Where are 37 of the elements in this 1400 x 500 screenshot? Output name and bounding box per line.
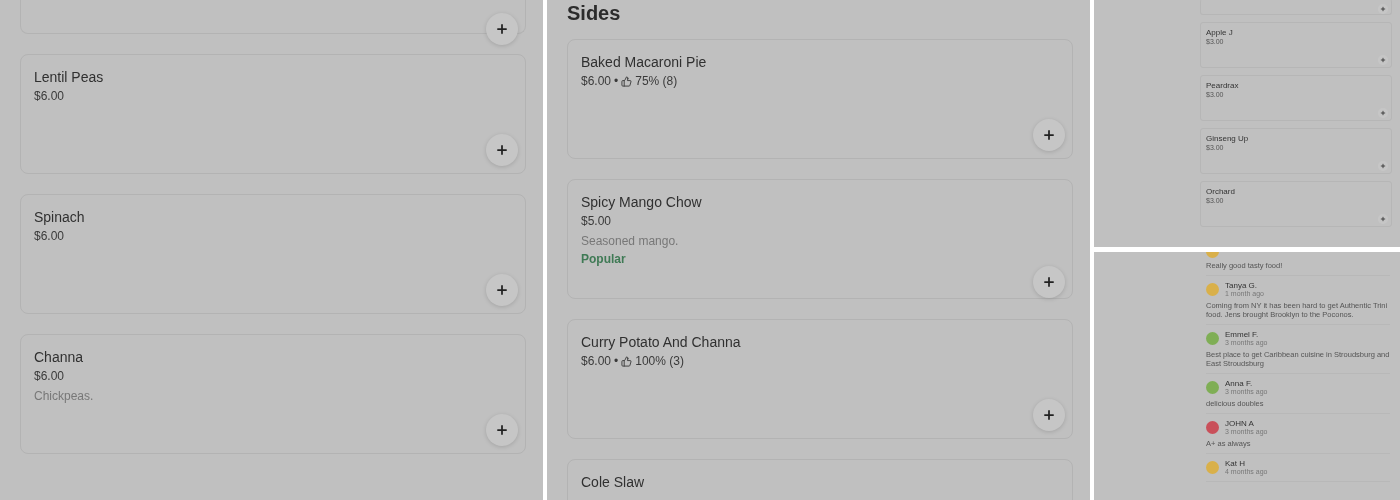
popular-tag: Popular: [581, 252, 1065, 266]
separator-dot: •: [614, 74, 619, 88]
item-price: $6.00: [581, 354, 612, 368]
item-description: Chickpeas.: [34, 389, 95, 403]
item-price: $6.00: [34, 229, 65, 243]
item-rating: 100% (3): [635, 354, 684, 368]
reviewer-name: JOHN A: [1225, 419, 1255, 428]
item-price: $5.00: [581, 214, 612, 228]
menu-item-card[interactable]: Lentil Peas $6.00: [20, 54, 526, 174]
separator-dot: •: [614, 354, 619, 368]
menu-item-card[interactable]: Curry Potato And Channa $6.00 • 100% (3): [567, 319, 1073, 439]
menu-item-card[interactable]: Baked Macaroni Pie $6.00 • 75% (8): [567, 39, 1073, 159]
reviewer-name: Emmel F.: [1225, 330, 1260, 339]
item-name: Peardrax: [1206, 81, 1240, 90]
item-name: Apple J: [1206, 28, 1234, 37]
menu-item-card[interactable]: Spinach $6.00: [20, 194, 526, 314]
reviewer-name: Tanya G.: [1225, 281, 1258, 290]
item-name: Ginseng Up: [1206, 134, 1250, 143]
item-price: $6.00: [581, 74, 612, 88]
item-name: Spicy Mango Chow: [581, 193, 703, 211]
reviewer-name: Kat H: [1225, 459, 1246, 468]
item-name: Cole Slaw: [581, 473, 646, 491]
menu-item-card[interactable]: Channa $6.00 Chickpeas.: [20, 334, 526, 454]
menu-item-card[interactable]: Cole Slaw: [567, 459, 1073, 500]
item-price: $6.00: [34, 369, 65, 383]
item-name: Orchard: [1206, 187, 1236, 196]
item-price: $6.00: [34, 89, 65, 103]
section-heading: Sides: [567, 1, 622, 25]
item-name: Spinach: [34, 208, 86, 226]
item-name: Curry Potato And Channa: [581, 333, 742, 351]
item-name: Channa: [34, 348, 85, 366]
reviewer-name: Anna F.: [1225, 379, 1254, 388]
menu-item-card[interactable]: Spicy Mango Chow $5.00 Seasoned mango. Popular: [567, 179, 1073, 299]
item-name: Baked Macaroni Pie: [581, 53, 708, 71]
item-name: Lentil Peas: [34, 68, 105, 86]
item-description: Seasoned mango.: [581, 234, 680, 248]
item-rating: 75% (8): [635, 74, 678, 88]
